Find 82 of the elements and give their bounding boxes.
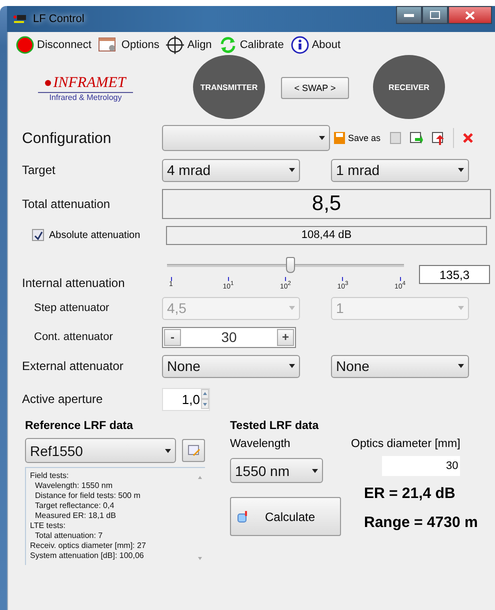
field-label: Total attenuation: [22, 197, 112, 211]
field-label: Internal attenuation: [22, 276, 126, 290]
wavelength-dropdown[interactable]: 1550 nm: [230, 458, 323, 483]
toolbar-button[interactable]: Calibrate: [216, 36, 286, 54]
app-logo-icon: [13, 14, 27, 24]
maximize-button[interactable]: [422, 6, 448, 24]
toolbar-button[interactable]: Align: [164, 36, 214, 54]
active-aperture-spinner[interactable]: 1,0: [162, 388, 210, 410]
window-title: LF Control: [33, 13, 84, 25]
total-attenuation-display: 8,5: [162, 189, 491, 219]
caret-icon: [319, 136, 325, 140]
close-button[interactable]: [448, 6, 492, 24]
toolbar-button[interactable]: Disconnect: [14, 36, 94, 54]
caret-icon: [289, 306, 295, 310]
range-result: Range = 4730 m: [364, 514, 478, 530]
field-label: Wavelength: [230, 438, 292, 452]
info-icon: [290, 36, 309, 54]
flask-icon: [237, 510, 249, 522]
company-logo: INFRAMET Infrared & Metrology: [38, 74, 133, 102]
reference-dropdown[interactable]: Ref1550: [25, 438, 176, 463]
minimize-button[interactable]: [396, 6, 422, 24]
section-heading: Reference LRF data: [25, 420, 134, 434]
external-attenuator-dropdown[interactable]: None: [331, 354, 469, 378]
caret-icon: [458, 306, 464, 310]
details-line: Measured ER: 18,1 dB: [34, 511, 117, 521]
absolute-attenuation-checkbox[interactable]: Absolute attenuation: [22, 229, 160, 241]
options-icon: [98, 37, 118, 53]
close-icon: [465, 10, 475, 20]
details-line: Distance for field tests: 500 m: [34, 491, 142, 501]
caret-icon: [458, 364, 464, 368]
field-label: Optics diameter [mm]: [351, 438, 460, 452]
internal-attenuation-field[interactable]: 135,3: [419, 265, 490, 284]
floppy-icon: [334, 132, 345, 144]
caret-icon: [289, 168, 295, 172]
field-label: Active aperture: [22, 392, 104, 406]
field-label: Target: [22, 163, 56, 177]
edit-icon: [188, 444, 200, 456]
record-dot-icon: [16, 36, 34, 54]
target-dropdown[interactable]: 1 mrad: [331, 158, 469, 182]
external-attenuator-dropdown[interactable]: None: [162, 354, 300, 378]
transmitter-button[interactable]: TRANSMITTER: [193, 55, 265, 119]
toolbar-button[interactable]: About: [288, 36, 343, 54]
details-line: Wavelength: 1550 nm: [34, 481, 114, 491]
increment-button[interactable]: +: [277, 328, 294, 346]
edit-button[interactable]: [182, 439, 205, 462]
details-line: Field tests:: [30, 471, 70, 481]
scrollbar[interactable]: [196, 474, 204, 562]
details-line: Target reflectance: 0,4: [34, 501, 116, 511]
cont-attenuator-spinner[interactable]: - 30 +: [162, 326, 296, 348]
minimize-icon: [404, 14, 414, 16]
field-label: Cont. attenuator: [33, 331, 114, 343]
field-label: Configuration: [22, 130, 112, 146]
details-line: Receiv. optics diameter [mm]: 27: [30, 541, 147, 551]
caret-icon: [312, 468, 318, 472]
caret-icon: [165, 448, 171, 452]
details-line: Total attenuation: 7: [34, 531, 104, 541]
field-label: External attenuator: [22, 359, 124, 373]
refresh-icon: [218, 36, 237, 54]
close-icon: [462, 133, 473, 143]
optics-diameter-field[interactable]: 30: [382, 456, 460, 476]
checkmark-icon: [34, 230, 42, 240]
field-label: Step attenuator: [33, 302, 110, 314]
details-line: System attenuation [dB]: 100,06: [30, 551, 145, 561]
swap-button[interactable]: < SWAP >: [281, 77, 349, 99]
caret-icon: [458, 168, 464, 172]
receiver-button[interactable]: RECEIVER: [373, 55, 445, 119]
crosshair-icon: [166, 36, 184, 54]
details-line: LTE tests:: [30, 521, 66, 531]
absolute-attenuation-display: 108,44 dB: [166, 226, 487, 244]
blank-page-icon: [390, 132, 401, 144]
save-as-button[interactable]: Save as: [330, 132, 381, 144]
spin-arrows-icon: [201, 389, 209, 409]
slider-thumb[interactable]: [286, 256, 296, 273]
calculate-button[interactable]: Calculate: [230, 497, 341, 536]
target-dropdown[interactable]: 4 mrad: [162, 158, 300, 182]
caret-icon: [289, 364, 295, 368]
maximize-icon: [430, 11, 440, 19]
section-heading: Tested LRF data: [230, 420, 320, 434]
configuration-dropdown[interactable]: [162, 125, 330, 151]
toolbar-button[interactable]: Options: [96, 37, 162, 53]
er-result: ER = 21,4 dB: [364, 484, 456, 502]
decrement-button[interactable]: -: [164, 328, 181, 346]
